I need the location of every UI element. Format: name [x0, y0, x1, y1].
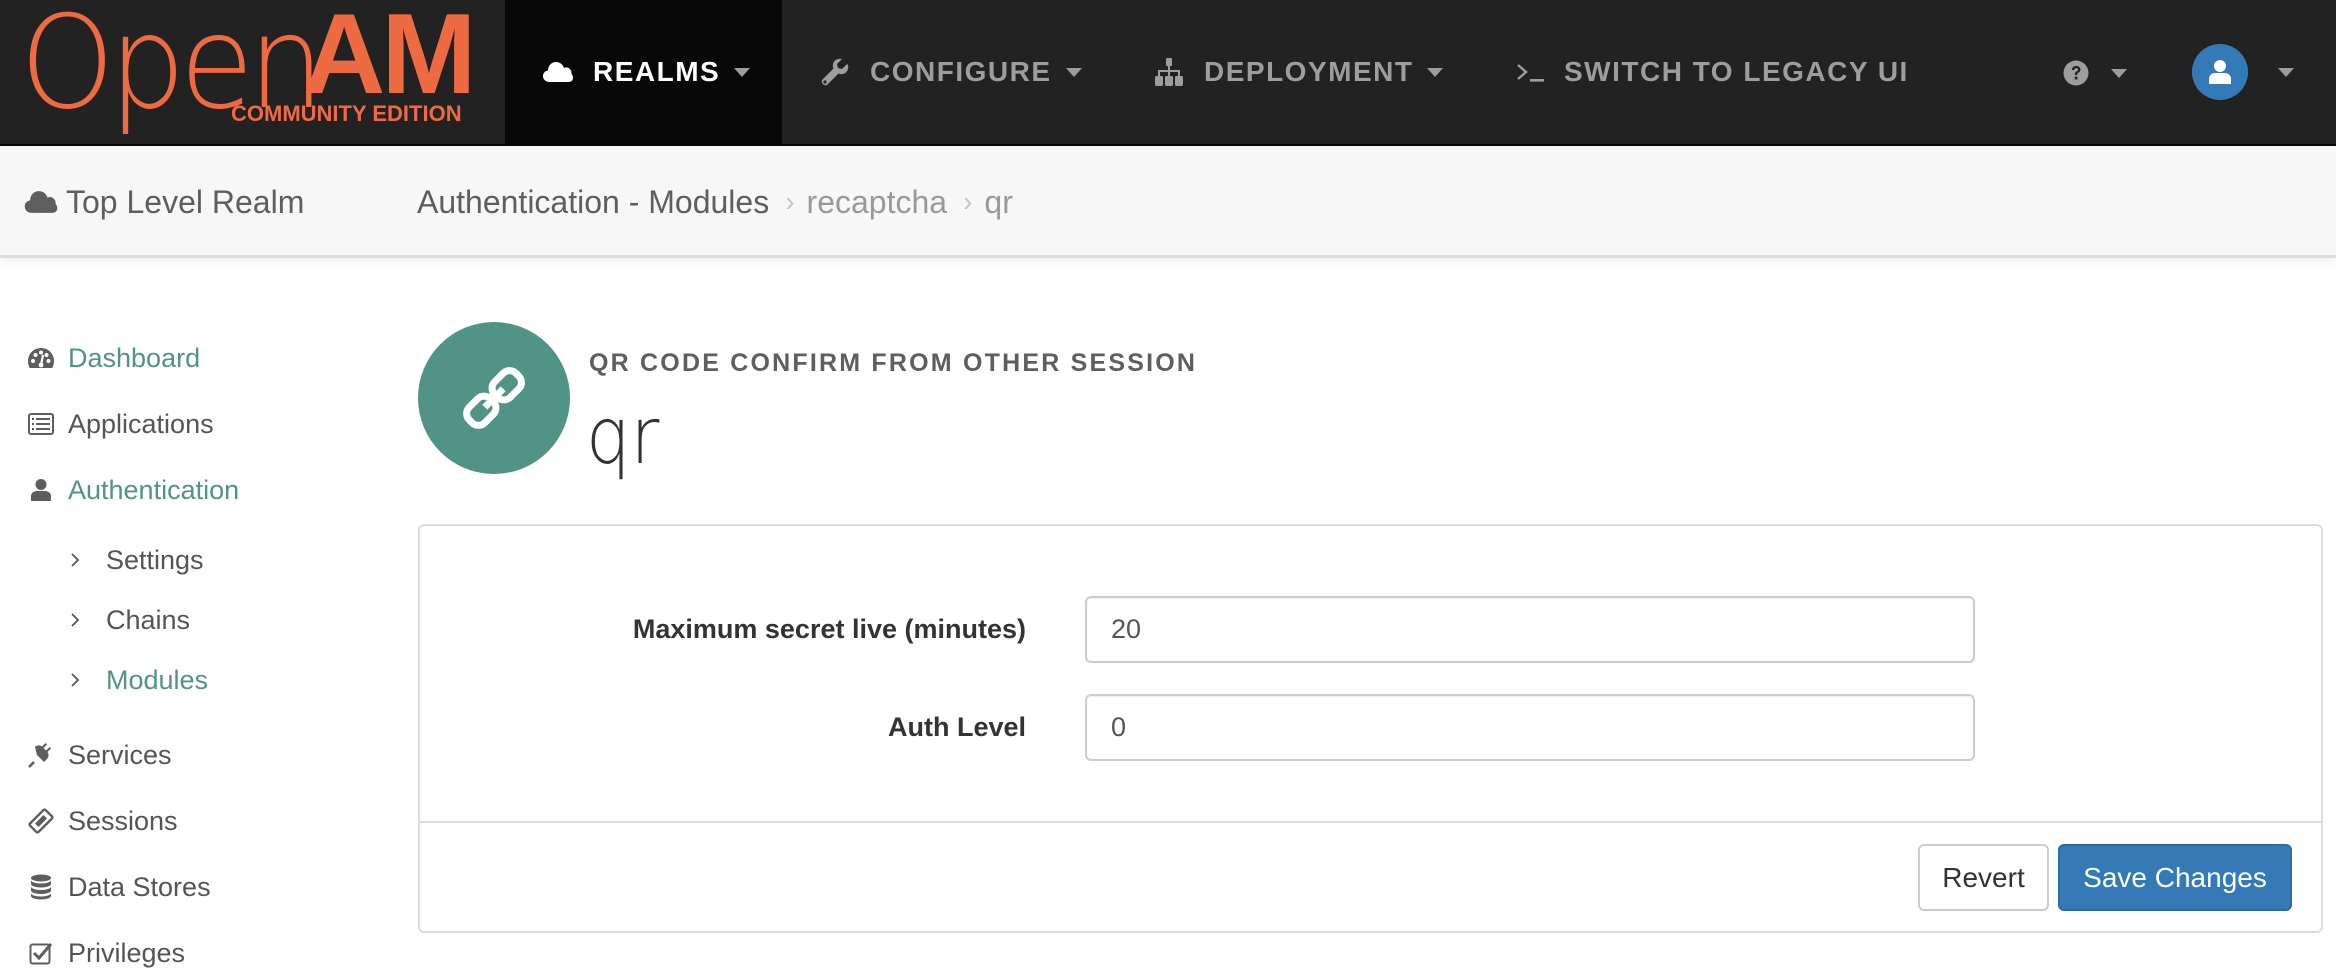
nav-configure-label: CONFIGURE [870, 56, 1052, 87]
module-type-badge [418, 322, 570, 474]
nav-switch-legacy-ui[interactable]: SWITCH TO LEGACY UI [1516, 0, 1909, 144]
breadcrumb-current: qr [984, 183, 1013, 220]
sidebar-item-label: Applications [68, 408, 214, 439]
top-navbar: Open AM COMMUNITY EDITION REALMS CONFIGU… [0, 0, 2336, 146]
check-square-icon [27, 939, 55, 967]
breadcrumb-separator: › [963, 186, 973, 217]
realm-breadcrumb-bar: Top Level Realm Authentication - Modules… [0, 146, 2336, 258]
link-icon [463, 367, 525, 429]
nav-realms[interactable]: REALMS [505, 0, 782, 144]
nav-deployment[interactable]: DEPLOYMENT [1152, 0, 1444, 144]
terminal-icon [1516, 57, 1546, 87]
chevron-down-icon [2278, 67, 2294, 77]
sidebar-item-privileges[interactable]: Privileges [27, 931, 185, 975]
openam-logo[interactable]: Open AM COMMUNITY EDITION [20, 0, 480, 128]
sidebar-item-services[interactable]: Services [27, 733, 172, 777]
chevron-down-icon [1427, 67, 1444, 77]
sidebar-subitem-label: Settings [106, 544, 204, 575]
sitemap-icon [1152, 57, 1186, 87]
realm-link[interactable]: Top Level Realm [24, 146, 304, 258]
sidebar-item-label: Authentication [68, 474, 240, 505]
logo-edition-text: COMMUNITY EDITION [231, 101, 462, 126]
sidebar-item-label: Data Stores [68, 871, 211, 902]
chevron-right-icon [70, 612, 84, 628]
wrench-icon [818, 57, 852, 87]
sidebar-nav: Dashboard Applications Authentication Se… [0, 258, 380, 968]
sidebar-subitem-modules[interactable]: Modules [70, 658, 208, 702]
user-menu-button[interactable] [2192, 44, 2294, 100]
nav-legacy-label: SWITCH TO LEGACY UI [1564, 56, 1909, 87]
breadcrumb-recaptcha[interactable]: recaptcha [807, 184, 948, 221]
ticket-icon [27, 807, 55, 835]
max-secret-live-label: Maximum secret live (minutes) [632, 614, 1026, 644]
sidebar-item-dashboard[interactable]: Dashboard [27, 336, 200, 380]
chevron-down-icon [2111, 68, 2127, 78]
list-alt-icon [27, 410, 55, 438]
revert-button[interactable]: Revert [1918, 844, 2049, 911]
sidebar-item-label: Sessions [68, 805, 178, 836]
nav-deployment-label: DEPLOYMENT [1204, 56, 1414, 87]
sidebar-subitem-label: Modules [106, 664, 209, 695]
auth-level-label: Auth Level [887, 712, 1026, 742]
breadcrumb-auth-modules[interactable]: Authentication - Modules [417, 184, 769, 221]
panel-footer: Revert Save Changes [420, 821, 2321, 931]
breadcrumb: Authentication - Modules › recaptcha › q… [417, 146, 1013, 258]
logo-am-text: AM [303, 0, 476, 118]
user-icon [2209, 60, 2231, 84]
sidebar-subitem-settings[interactable]: Settings [70, 538, 204, 582]
breadcrumb-separator: › [785, 186, 795, 217]
user-icon [27, 476, 55, 504]
nav-configure[interactable]: CONFIGURE [818, 0, 1082, 144]
chevron-right-icon [70, 552, 84, 568]
sidebar-item-label: Dashboard [68, 342, 201, 373]
avatar [2192, 44, 2248, 100]
database-icon [27, 873, 55, 901]
sidebar-item-label: Privileges [68, 937, 186, 968]
chevron-down-icon [1065, 67, 1082, 77]
sidebar-subitem-chains[interactable]: Chains [70, 598, 190, 642]
nav-realms-label: REALMS [593, 56, 721, 87]
cloud-icon [541, 57, 575, 87]
sidebar-subitem-label: Chains [106, 604, 191, 635]
form-row-max-secret-live: Maximum secret live (minutes) [420, 596, 2321, 663]
question-circle-icon [2063, 60, 2089, 86]
chevron-down-icon [734, 67, 751, 77]
sidebar-item-applications[interactable]: Applications [27, 402, 214, 446]
sidebar-item-data-stores[interactable]: Data Stores [27, 865, 211, 909]
sidebar-item-label: Services [68, 739, 172, 770]
page-title: qr [586, 392, 660, 482]
chevron-right-icon [70, 672, 84, 688]
module-settings-panel: Maximum secret live (minutes) Auth Level… [418, 524, 2323, 933]
auth-level-input[interactable] [1085, 694, 1975, 761]
help-menu-button[interactable] [2063, 56, 2127, 90]
form-row-auth-level: Auth Level [420, 694, 2321, 761]
realm-name: Top Level Realm [66, 183, 305, 220]
save-changes-button[interactable]: Save Changes [2058, 844, 2292, 911]
sidebar-item-sessions[interactable]: Sessions [27, 799, 178, 843]
module-type-label: QR CODE CONFIRM FROM OTHER SESSION [589, 349, 1198, 377]
cloud-icon [24, 189, 58, 215]
plug-icon [27, 741, 55, 769]
dashboard-icon [27, 344, 55, 372]
max-secret-live-input[interactable] [1085, 596, 1975, 663]
sidebar-item-authentication[interactable]: Authentication [27, 468, 239, 512]
